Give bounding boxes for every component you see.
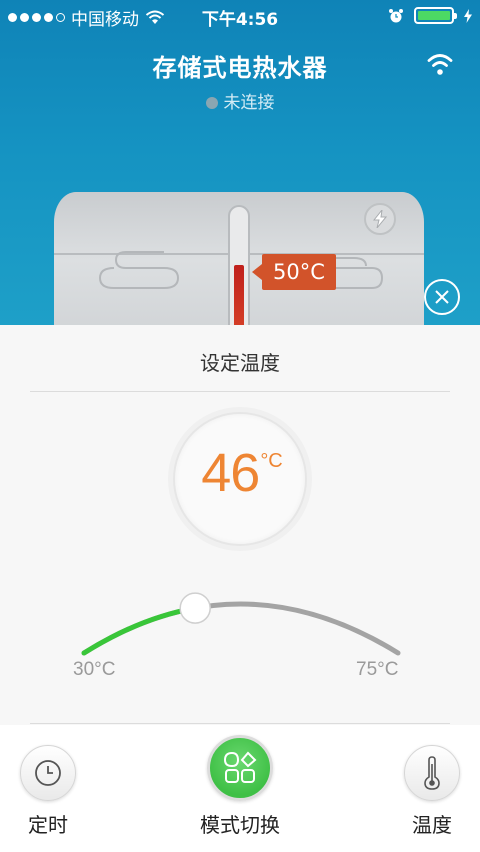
temperature-slider[interactable] bbox=[0, 575, 480, 665]
panel-title: 设定温度 bbox=[200, 351, 280, 375]
charging-icon bbox=[464, 8, 472, 23]
set-temp-unit: °C bbox=[260, 450, 283, 472]
page-title: 存储式电热水器 bbox=[152, 54, 328, 82]
clock-icon bbox=[35, 760, 61, 786]
close-icon[interactable] bbox=[424, 279, 460, 315]
connection-status: 未连接 bbox=[0, 88, 480, 113]
slider-active-track bbox=[81, 605, 198, 656]
divider bbox=[30, 391, 450, 392]
divider-bottom bbox=[30, 723, 450, 724]
nav-timer[interactable]: 定时 bbox=[18, 745, 78, 838]
thermometer-gauge bbox=[228, 205, 250, 330]
connection-label: 未连接 bbox=[223, 93, 275, 113]
slider-min-label: 30°C bbox=[73, 659, 116, 680]
bottom-nav: 定时 模式切换 温度 bbox=[0, 725, 480, 852]
temperature-dial: 46°C bbox=[173, 412, 307, 546]
status-dot bbox=[205, 97, 218, 109]
nav-temperature[interactable]: 温度 bbox=[400, 745, 464, 838]
status-right bbox=[388, 7, 472, 24]
alarm-icon bbox=[389, 8, 403, 22]
nav-mode-label: 模式切换 bbox=[200, 813, 280, 837]
status-bar: 中国移动 下午4:56 bbox=[0, 0, 480, 32]
nav-temperature-label: 温度 bbox=[412, 813, 452, 837]
thermometer-icon bbox=[424, 756, 440, 790]
lightning-bolt-icon[interactable] bbox=[364, 203, 396, 235]
nav-timer-label: 定时 bbox=[28, 813, 68, 837]
set-temperature-panel: 设定温度 46°C 30°C 75°C bbox=[0, 325, 480, 725]
wifi-icon[interactable] bbox=[424, 50, 456, 76]
nav-temperature-button[interactable] bbox=[404, 745, 460, 801]
mode-grid-icon bbox=[223, 751, 257, 783]
set-temp-number: 46 bbox=[201, 443, 260, 503]
slider-max-label: 75°C bbox=[356, 659, 399, 680]
nav-timer-button[interactable] bbox=[20, 745, 76, 801]
nav-mode-button[interactable] bbox=[207, 735, 273, 801]
set-temperature-value: 46°C bbox=[175, 442, 309, 504]
current-temp-tag: 50°C bbox=[252, 254, 336, 290]
slider-handle[interactable] bbox=[179, 592, 211, 624]
battery-icon bbox=[414, 7, 457, 24]
nav-mode-switch[interactable]: 模式切换 bbox=[190, 735, 290, 838]
thermometer-fill bbox=[234, 265, 244, 330]
header: 中国移动 下午4:56 存储式电热水器 未连接 50°C bbox=[0, 0, 480, 330]
